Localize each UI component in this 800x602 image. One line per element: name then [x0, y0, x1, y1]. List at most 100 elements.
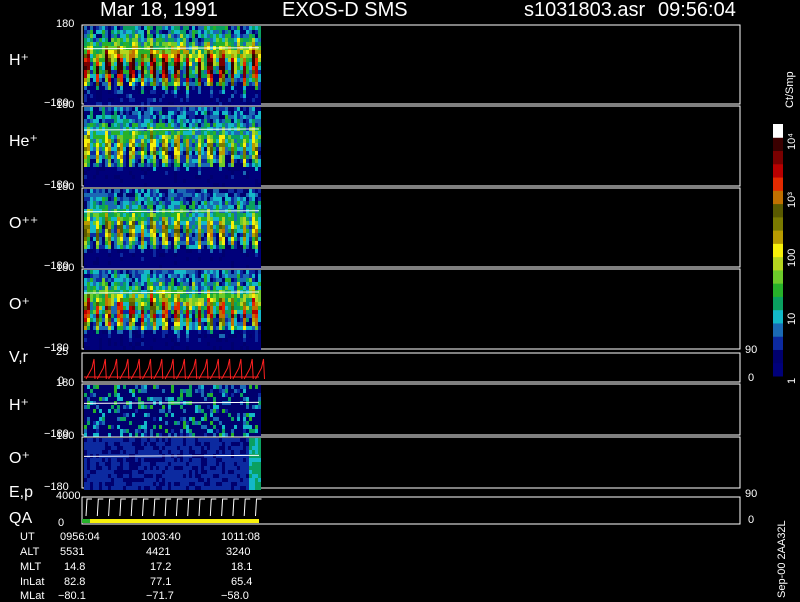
spectrogram-cell [162, 147, 165, 151]
spectrogram-cell [102, 127, 105, 131]
spectrogram-cell [162, 171, 165, 175]
spectrogram-cell [87, 115, 90, 119]
spectrogram-cell [201, 278, 204, 282]
spectrogram-cell [174, 143, 177, 147]
spectrogram-cell [102, 245, 105, 249]
spectrogram-cell [189, 229, 192, 233]
spectrogram-cell [129, 115, 132, 119]
spectrogram-cell [201, 253, 204, 257]
spectrogram-cell [111, 221, 114, 225]
spectrogram-cell [84, 413, 87, 417]
spectrogram-cell [129, 74, 132, 78]
spectrogram-cell [228, 257, 231, 261]
spectrogram-cell [147, 139, 150, 143]
spectrogram-cell [171, 318, 174, 322]
spectrogram-cell [171, 86, 174, 90]
spectrogram-cell [222, 213, 225, 217]
spectrogram-cell [171, 50, 174, 54]
spectrogram-cell [213, 245, 216, 249]
spectrogram-cell [84, 393, 87, 397]
spectrogram-cell [240, 270, 243, 274]
spectrogram-cell [195, 30, 198, 34]
spectrogram-cell [234, 265, 237, 269]
spectrogram-cell [252, 306, 255, 310]
spectrogram-cell [243, 201, 246, 205]
spectrogram-cell [189, 233, 192, 237]
spectrogram-cell [228, 233, 231, 237]
spectrogram-cell [93, 70, 96, 74]
spectrogram-cell [99, 217, 102, 221]
spectrogram-cell [99, 171, 102, 175]
spectrogram-cell [249, 201, 252, 205]
spectrogram-cell [159, 70, 162, 74]
spectrogram-cell [150, 302, 153, 306]
spectrogram-cell [225, 163, 228, 167]
spectrogram-cell [171, 54, 174, 58]
spectrogram-cell [183, 139, 186, 143]
spectrogram-cell [120, 265, 123, 269]
spectrogram-cell [177, 229, 180, 233]
spectrogram-cell [84, 433, 87, 437]
spectrogram-cell [162, 119, 165, 123]
spectrogram-cell [141, 286, 144, 290]
spectrogram-cell [147, 233, 150, 237]
spectrogram-cell [84, 261, 87, 265]
spectrogram-cell [111, 86, 114, 90]
spectrogram-cell [153, 342, 156, 346]
spectrogram-cell [186, 38, 189, 42]
spectrogram-cell [120, 58, 123, 62]
spectrogram-cell [111, 94, 114, 98]
spectrogram-cell [111, 54, 114, 58]
spectrogram-cell [258, 98, 261, 102]
spectrogram-cell [126, 135, 129, 139]
spectrogram-cell [201, 163, 204, 167]
spectrogram-cell [240, 233, 243, 237]
spectrogram-cell [123, 54, 126, 58]
spectrogram-cell [120, 163, 123, 167]
spectrogram-cell [108, 147, 111, 151]
spectrogram-cell [252, 193, 255, 197]
spectrogram-cell [165, 314, 168, 318]
spectrogram-cell [186, 205, 189, 209]
spectrogram-cell [213, 147, 216, 151]
spectrogram-cell [93, 417, 96, 421]
spectrogram-cell [171, 261, 174, 265]
spectrogram-cell [228, 30, 231, 34]
spectrogram-cell [237, 42, 240, 46]
spectrogram-cell [240, 38, 243, 42]
spectrogram-cell [99, 261, 102, 265]
spectrogram-cell [129, 102, 132, 106]
spectrogram-cell [243, 62, 246, 66]
spectrogram-cell [138, 147, 141, 151]
spectrogram-cell [183, 135, 186, 139]
spectrogram-cell [252, 155, 255, 159]
spectrogram-cell [90, 417, 93, 421]
spectrogram-cell [132, 429, 135, 433]
spectrogram-cell [96, 306, 99, 310]
spectrogram-cell [117, 155, 120, 159]
spectrogram-cell [243, 175, 246, 179]
spectrogram-cell [90, 209, 93, 213]
spectrogram-cell [249, 62, 252, 66]
spectrogram-cell [225, 78, 228, 82]
spectrogram-cell [129, 429, 132, 433]
spectrogram-cell [243, 249, 246, 253]
spectrogram-cell [231, 306, 234, 310]
spectrogram-cell [192, 217, 195, 221]
spectrogram-cell [192, 189, 195, 193]
spectrogram-cell [90, 429, 93, 433]
spectrogram-cell [102, 405, 105, 409]
vr-trace [165, 359, 174, 379]
spectrogram-cell [198, 98, 201, 102]
spectrogram-cell [174, 201, 177, 205]
spectrogram-cell [201, 197, 204, 201]
spectrogram-cell [174, 278, 177, 282]
spectrogram-cell [117, 405, 120, 409]
spectrogram-cell [234, 257, 237, 261]
spectrogram-cell [96, 393, 99, 397]
spectrogram-cell [216, 294, 219, 298]
spectrogram-cell [180, 42, 183, 46]
spectrogram-cell [159, 175, 162, 179]
spectrogram-cell [171, 326, 174, 330]
spectrogram-cell [126, 338, 129, 342]
